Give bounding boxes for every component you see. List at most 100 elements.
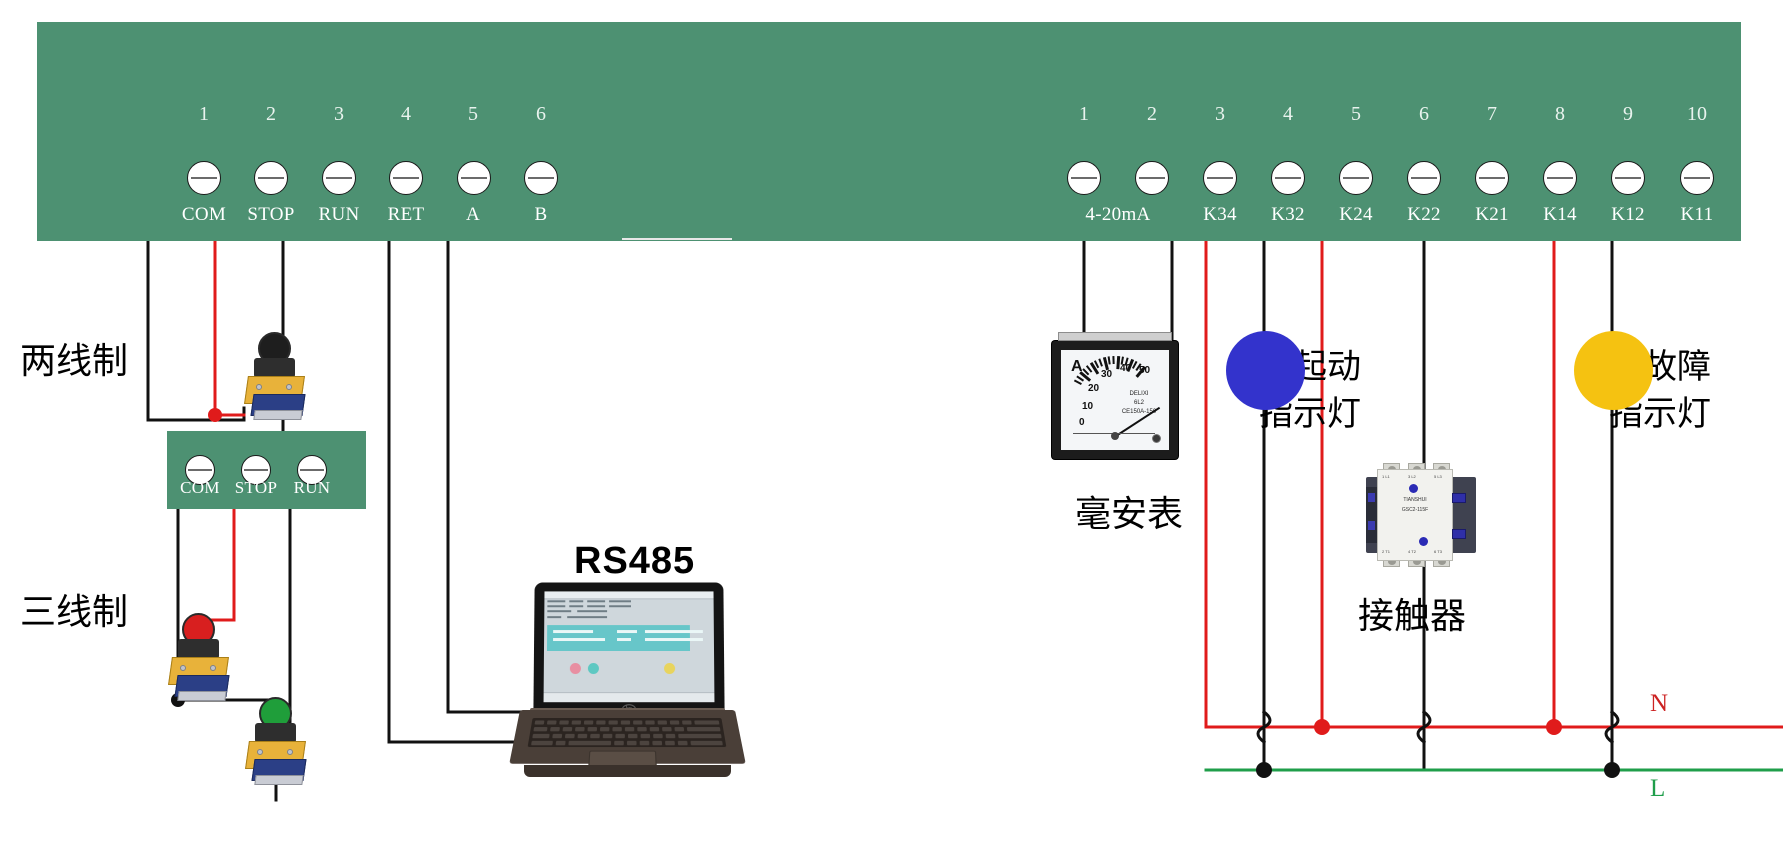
laptop-keyboard[interactable] [527,717,727,748]
terminal-number-r8: 8 [1555,103,1565,125]
pushbutton-screw [286,384,292,390]
pushbutton-screw [256,384,262,390]
terminal-screw-k14[interactable] [1543,161,1577,195]
pushbutton-contact-block-grey [254,775,304,785]
laptop-rs485-device: hp [509,582,746,787]
pushbutton-screw [257,749,263,755]
terminal-number-r10: 10 [1687,103,1707,125]
terminal-screw-k22[interactable] [1407,161,1441,195]
terminal-number-r7: 7 [1487,103,1497,125]
terminal-screw-stop[interactable] [254,161,288,195]
terminal-number-l3: 3 [334,103,344,125]
terminal-screw-k34[interactable] [1203,161,1237,195]
contactor-device: 1 L1 3 L2 5 L3 2 T1 4 T2 6 T3 TIANSHUI G… [1366,463,1476,567]
meter-tick [1112,355,1115,365]
contactor-pin-t1: 2 T1 [1382,549,1390,554]
terminal-number-r6: 6 [1419,103,1429,125]
terminal-number-l1: 1 [199,103,209,125]
meter-brand-name: DELIXI [1129,391,1149,397]
screen-titlebar [544,591,714,600]
wiring-diagram-canvas: 1 2 3 4 5 6 COM STOP RUN RET A B 1 2 3 4… [0,0,1783,841]
terminal-label-4-20ma: 4-20mA [1085,204,1151,225]
pushbutton-collar [178,639,219,659]
meter-face: A 0 10 20 30 40 50 DELIXI 6L2 CE150A-150 [1061,350,1169,450]
pushbutton-screw [180,665,186,671]
meter-scale-50: 50 [1139,365,1151,376]
laptop-front-edge [524,765,731,777]
label-fault-lamp-line1: 故障 [1643,347,1711,387]
terminal-number-l2: 2 [266,103,276,125]
wire-a-to-rs485 [387,176,522,744]
pushbutton-screw [287,749,293,755]
meter-bezel [1058,332,1172,341]
terminal-screw-k12[interactable] [1611,161,1645,195]
laptop-screen [543,591,715,703]
screen-toolbar [547,600,637,620]
label-neutral: N [1650,690,1669,717]
meter-brand: DELIXI 6L2 CE150A-150 [1117,390,1161,417]
contactor-pin-l1: 1 L1 [1382,474,1390,479]
fault-indicator-lamp [1574,331,1653,410]
label-three-wire: 三线制 [20,592,129,633]
meter-scale-10: 10 [1082,401,1094,412]
terminal-number-r3: 3 [1215,103,1225,125]
terminal-screw-b[interactable] [524,161,558,195]
terminal-screw-a[interactable] [457,161,491,195]
contactor-pin-t3: 6 T3 [1434,549,1442,554]
contactor-coil-terminal-a1[interactable] [1452,493,1466,503]
wire-k24-to-n [1320,176,1346,729]
terminal-screw-run[interactable] [322,161,356,195]
contactor-pin-l2: 3 L2 [1408,474,1416,479]
contactor-indicator-dot [1419,537,1428,546]
junction-dot-n-k14 [1546,719,1562,735]
screen-data-band [546,625,703,651]
contactor-indicator-dot [1409,484,1418,493]
terminal-screw-ret[interactable] [389,161,423,195]
contactor-coil-terminal-a2[interactable] [1452,529,1466,539]
block-separator-mark [622,238,732,240]
run-indicator-lamp [1226,331,1305,410]
terminal-number-l6: 6 [536,103,546,125]
terminal-number-r5: 5 [1351,103,1361,125]
label-milliamp-meter: 毫安表 [1075,494,1184,535]
pushbutton-contact-block-grey [253,410,303,420]
laptop-lid: hp [533,582,725,717]
screen-status-led-yellow [664,663,676,675]
terminal-number-l4: 4 [401,103,411,125]
terminal-number-r4: 4 [1283,103,1293,125]
terminal-number-r1: 1 [1079,103,1089,125]
terminal-screw-k21[interactable] [1475,161,1509,195]
meter-scale-20: 20 [1088,383,1100,394]
wire-b-to-rs485 [446,176,522,714]
meter-scale-0: 0 [1079,417,1085,428]
terminal-screw-k11[interactable] [1680,161,1714,195]
terminal-screw-com[interactable] [187,161,221,195]
contactor-model: GSC2-115F [1401,507,1429,513]
meter-pivot [1111,432,1119,440]
terminal-label-k11: K11 [1680,204,1714,225]
contactor-pin-l3: 5 L3 [1434,474,1442,479]
meter-zero-adjust-screw[interactable] [1152,434,1161,443]
terminal-number-r2: 2 [1147,103,1157,125]
pushbutton-screw [210,665,216,671]
wire-k34-to-n [1204,176,1230,729]
aux-terminal-label-run: RUN [293,478,331,497]
contactor-body: 1 L1 3 L2 5 L3 2 T1 4 T2 6 T3 TIANSHUI G… [1377,469,1453,561]
contactor-side-terminal [1368,521,1375,530]
junction-dot-n-k24 [1314,719,1330,735]
pushbutton-contact-block-grey [177,691,227,701]
junction-dot-two-wire [208,408,222,422]
terminal-screw-r1[interactable] [1067,161,1101,195]
terminal-screw-r2[interactable] [1135,161,1169,195]
pushbutton-collar [255,723,296,743]
label-contactor: 接触器 [1358,596,1467,637]
screen-taskbar [543,692,715,703]
screen-status-led-teal [587,663,599,675]
junction-dot-l-k12 [1604,762,1620,778]
terminal-number-l5: 5 [468,103,478,125]
terminal-screw-k24[interactable] [1339,161,1373,195]
terminal-screw-k32[interactable] [1271,161,1305,195]
label-rs485: RS485 [574,540,696,582]
terminal-number-r9: 9 [1623,103,1633,125]
meter-tick [1098,358,1103,367]
